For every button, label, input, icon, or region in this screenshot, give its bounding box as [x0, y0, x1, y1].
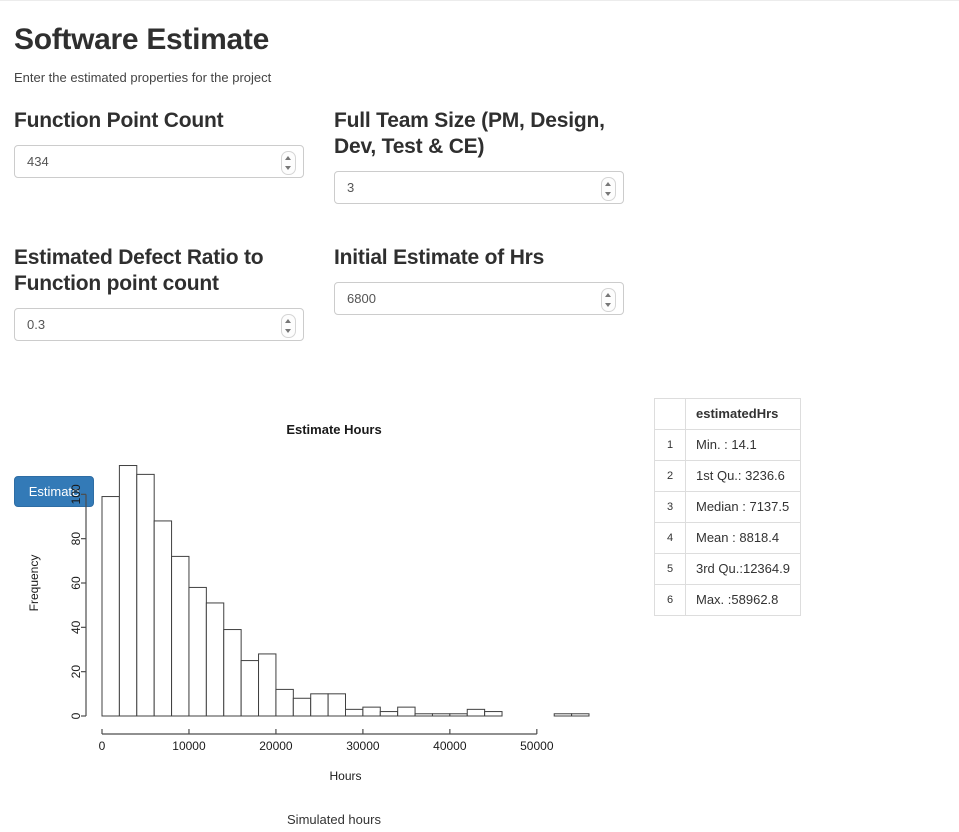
field-full-team-size: Full Team Size (PM, Design, Dev, Test & …: [334, 108, 634, 204]
field-label: Estimated Defect Ratio to Function point…: [14, 246, 264, 295]
field-initial-estimate-hrs: Initial Estimate of Hrs 6800: [334, 245, 634, 315]
field-function-point-count: Function Point Count 434: [14, 108, 314, 178]
chevron-down-icon[interactable]: [285, 166, 291, 170]
x-axis-tick-label: 10000: [172, 739, 206, 753]
estimate-form: Function Point Count 434 Full Team Size …: [14, 108, 959, 507]
row-number: 6: [654, 584, 686, 616]
row-value: Max. :58962.8: [685, 584, 801, 616]
histogram-bar: [449, 713, 468, 717]
full-team-size-input[interactable]: 3: [334, 171, 624, 204]
field-label: Initial Estimate of Hrs: [334, 246, 545, 269]
x-axis-tick-label: 40000: [433, 739, 467, 753]
number-stepper[interactable]: [601, 177, 616, 201]
row-value: Min. : 14.1: [685, 429, 801, 461]
histogram-bar: [466, 708, 486, 717]
row-value: 3rd Qu.:12364.9: [685, 553, 801, 585]
field-label: Full Team Size (PM, Design, Dev, Test & …: [334, 109, 605, 158]
histogram-bar: [223, 629, 242, 717]
chevron-up-icon[interactable]: [285, 156, 291, 160]
histogram-bar: [171, 555, 190, 717]
table-row: 4 Mean : 8818.4: [654, 522, 801, 554]
x-axis-tick-label: 0: [99, 739, 106, 753]
histogram-bar: [205, 602, 225, 717]
table-column-header: estimatedHrs: [685, 398, 801, 430]
histogram-bar: [188, 586, 207, 717]
y-axis-tick-label: 60: [69, 576, 83, 590]
page-subtitle: Enter the estimated properties for the p…: [14, 70, 272, 85]
histogram-bar: [379, 711, 399, 717]
histogram-bar: [345, 708, 364, 717]
histogram-svg: 0 20 40 60 80 100 Frequency 0 10000 20000 30000 400…: [27, 465, 590, 783]
chevron-up-icon[interactable]: [605, 182, 611, 186]
histogram-bar: [571, 713, 590, 717]
input-value: 3: [347, 180, 355, 195]
defect-ratio-input[interactable]: 0.3: [14, 308, 304, 341]
initial-estimate-hrs-input[interactable]: 6800: [334, 282, 624, 315]
summary-table: estimatedHrs 1 Min. : 14.1 2 1st Qu.: 3236.…: [654, 398, 801, 616]
histogram-bar: [101, 496, 120, 717]
page-container: Software Estimate Enter the estimated pr…: [14, 0, 959, 827]
histogram-bar: [327, 693, 346, 717]
row-value: Median : 7137.5: [685, 491, 801, 523]
row-number: 3: [654, 491, 686, 523]
chevron-up-icon[interactable]: [605, 293, 611, 297]
x-axis-title: Hours: [329, 769, 361, 783]
histogram-bar: [292, 697, 312, 717]
field-label: Function Point Count: [14, 109, 224, 132]
histogram-bar: [362, 706, 381, 717]
number-stepper[interactable]: [281, 314, 296, 338]
page-title: Software Estimate: [14, 23, 269, 56]
histogram-bar: [553, 713, 573, 717]
table-row: 2 1st Qu.: 3236.6: [654, 460, 801, 492]
chart-caption: Simulated hours: [287, 812, 381, 827]
histogram-bar: [240, 660, 260, 717]
y-axis-tick-label: 40: [69, 620, 83, 634]
table-row: 5 3rd Qu.:12364.9: [654, 553, 801, 585]
x-axis-tick-label: 50000: [520, 739, 554, 753]
histogram-bar: [153, 520, 173, 717]
histogram-bar: [136, 473, 155, 717]
field-defect-ratio: Estimated Defect Ratio to Function point…: [14, 245, 314, 341]
histogram-bar: [397, 706, 416, 717]
y-axis-tick-label: 0: [69, 712, 83, 719]
table-header-row: estimatedHrs: [654, 398, 801, 430]
number-stepper[interactable]: [281, 151, 296, 175]
chevron-up-icon[interactable]: [285, 319, 291, 323]
chevron-down-icon[interactable]: [605, 303, 611, 307]
histogram-bar: [484, 711, 503, 717]
histogram-bar: [431, 713, 451, 717]
table-row: 1 Min. : 14.1: [654, 429, 801, 461]
x-axis-tick-label: 20000: [259, 739, 293, 753]
y-axis-tick-label: 80: [69, 532, 83, 546]
table-row: 6 Max. :58962.8: [654, 584, 801, 616]
row-number: 2: [654, 460, 686, 492]
histogram-bar: [258, 653, 277, 717]
y-axis-title: Frequency: [27, 555, 41, 612]
histogram-bar: [118, 465, 138, 717]
input-value: 434: [27, 154, 49, 169]
x-axis-tick-label: 30000: [346, 739, 380, 753]
histogram-bar: [310, 693, 329, 717]
row-value: 1st Qu.: 3236.6: [685, 460, 801, 492]
chevron-down-icon[interactable]: [285, 329, 291, 333]
row-number: 4: [654, 522, 686, 554]
y-axis-tick-label: 20: [69, 665, 83, 679]
y-axis-tick-label: 100: [69, 484, 83, 504]
number-stepper[interactable]: [601, 288, 616, 312]
table-corner-header: [654, 398, 686, 430]
table-row: 3 Median : 7137.5: [654, 491, 801, 523]
histogram-bar: [414, 713, 433, 717]
chevron-down-icon[interactable]: [605, 192, 611, 196]
histogram-bar: [275, 688, 294, 717]
input-value: 0.3: [27, 317, 46, 332]
function-point-count-input[interactable]: 434: [14, 145, 304, 178]
histogram-chart: Estimate Hours 0 20 40 60 80 100 Frequency 0 100…: [14, 410, 654, 827]
row-number: 5: [654, 553, 686, 585]
row-number: 1: [654, 429, 686, 461]
row-value: Mean : 8818.4: [685, 522, 801, 554]
input-value: 6800: [347, 291, 376, 306]
